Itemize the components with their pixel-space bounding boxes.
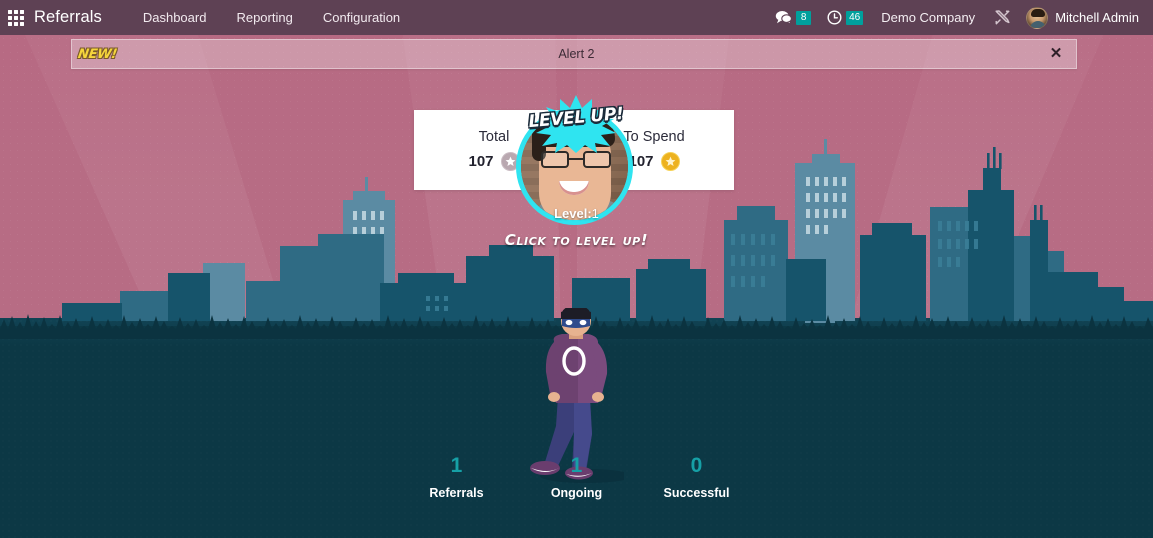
stat-ongoing[interactable]: 1 Ongoing bbox=[517, 453, 637, 500]
activities-count-badge: 46 bbox=[846, 10, 864, 25]
messages-menu[interactable]: 8 bbox=[767, 0, 819, 35]
clock-activity-icon bbox=[827, 10, 842, 25]
level-indicator: Level:1 bbox=[0, 206, 1153, 221]
company-switcher[interactable]: Demo Company bbox=[871, 0, 985, 35]
alert-banner: NEW! Alert 2 ✕ bbox=[71, 39, 1077, 69]
stat-ongoing-value: 1 bbox=[570, 454, 583, 477]
stat-referrals[interactable]: 1 Referrals bbox=[397, 453, 517, 500]
stat-referrals-label: Referrals bbox=[429, 486, 484, 500]
close-icon[interactable]: ✕ bbox=[1036, 40, 1076, 68]
user-name-label: Mitchell Admin bbox=[1055, 10, 1139, 25]
avatar-glasses-icon bbox=[541, 151, 611, 168]
referrals-scene: Total 107 To Spend 107 LEVEL UP! Level:1… bbox=[0, 35, 1153, 538]
gold-star-coin-icon bbox=[660, 152, 680, 171]
tools-wrench-icon[interactable] bbox=[985, 0, 1020, 35]
navbar-right-group: 8 46 Demo Company Mitchell Admin bbox=[767, 0, 1153, 35]
new-badge-icon: NEW! bbox=[76, 46, 118, 62]
user-menu[interactable]: Mitchell Admin bbox=[1020, 0, 1147, 35]
stat-referrals-value: 1 bbox=[450, 454, 463, 477]
level-value: 1 bbox=[591, 206, 599, 221]
menu-item-dashboard[interactable]: Dashboard bbox=[128, 0, 222, 35]
click-to-level-up-cta[interactable]: Click to level up! bbox=[0, 231, 1153, 249]
total-value: 107 bbox=[468, 153, 494, 170]
stat-ongoing-label: Ongoing bbox=[550, 486, 603, 500]
bottom-stats: 1 Referrals 1 Ongoing 0 Successful bbox=[0, 453, 1153, 500]
menu-item-configuration[interactable]: Configuration bbox=[308, 0, 415, 35]
user-avatar bbox=[1026, 6, 1049, 29]
stat-successful-label: Successful bbox=[663, 486, 730, 500]
level-label: Level: bbox=[554, 206, 592, 221]
apps-grid-icon[interactable] bbox=[8, 9, 24, 26]
activities-menu[interactable]: 46 bbox=[819, 0, 871, 35]
messages-count-badge: 8 bbox=[796, 10, 812, 25]
total-value-row: 107 bbox=[468, 152, 520, 171]
app-brand-referrals[interactable]: Referrals bbox=[34, 8, 102, 27]
messages-icon bbox=[775, 10, 793, 25]
stat-successful-value: 0 bbox=[690, 454, 703, 477]
top-navbar: Referrals Dashboard Reporting Configurat… bbox=[0, 0, 1153, 35]
stat-successful[interactable]: 0 Successful bbox=[637, 453, 757, 500]
menu-item-reporting[interactable]: Reporting bbox=[221, 0, 307, 35]
alert-message: Alert 2 bbox=[558, 47, 595, 61]
main-menu: Dashboard Reporting Configuration bbox=[128, 0, 415, 35]
to-spend-value-row: 107 bbox=[628, 152, 680, 171]
total-label: Total bbox=[478, 129, 510, 145]
avatar-hair bbox=[532, 113, 615, 161]
